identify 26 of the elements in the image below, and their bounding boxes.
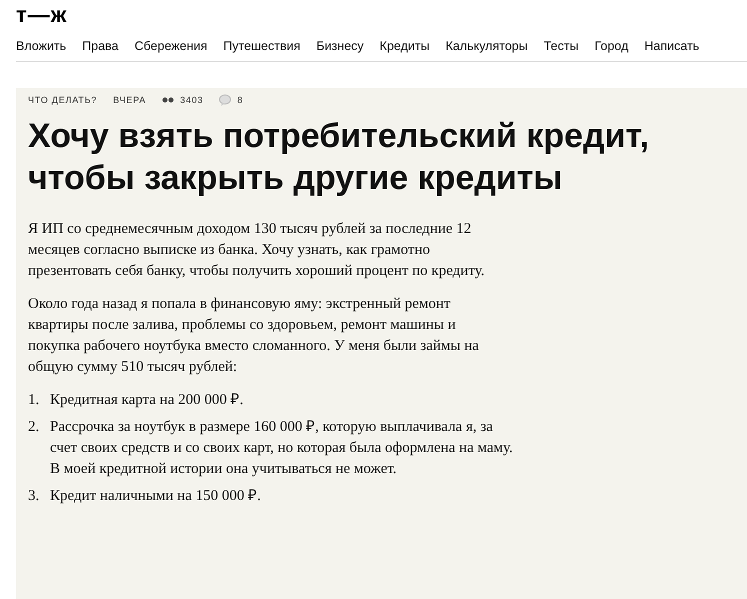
body-paragraph: Я ИП со среднемесячным доходом 130 тысяч рублей за последние 12 месяцев согласно выписке из банка. Хочу узнать, как грамотно презентовать себя банку, чтобы получить хороший процент по кредиту. <box>28 220 486 281</box>
eyes-icon <box>162 97 174 103</box>
nav-link[interactable]: Права <box>82 37 119 55</box>
comment-icon <box>219 94 232 106</box>
date-label: ВЧЕРА <box>113 95 146 105</box>
nav-link[interactable]: Сбережения <box>134 37 208 55</box>
nav-link[interactable]: Путешествия <box>223 37 300 55</box>
nav-link[interactable]: Калькуляторы <box>446 37 528 55</box>
nav-link[interactable]: Написать <box>644 37 700 55</box>
nav-link[interactable]: Тесты <box>544 37 579 55</box>
comments-count[interactable]: 8 <box>237 95 244 105</box>
views-count: 3403 <box>180 95 204 105</box>
list-number: 1. <box>28 391 40 410</box>
body-paragraph: Около года назад я попала в финансовую яму: экстренный ремонт квартиры после залива, проблемы со здоровьем, ремонт машины и покупка рабочего ноутбука вместо сломанного. У меня были займы на общую сумму 510 тысяч рублей: <box>28 295 480 377</box>
list-item-text: Кредит наличными на 150 000 ₽. <box>50 487 261 506</box>
article-title: Хочу взять потребительский кредит, чтобы закрыть другие кредиты <box>28 116 650 199</box>
list-number: 2. <box>28 418 40 437</box>
nav-link[interactable]: Кредиты <box>380 37 430 55</box>
list-item-text: Кредитная карта на 200 000 ₽. <box>50 391 244 410</box>
rubric-label: ЧТО ДЕЛАТЬ? <box>28 95 98 105</box>
list-item-text: Рассрочка за ноутбук в размере 160 000 ₽, которую выплачивала я, за счет своих средств и со своих карт, но которая была оформлена на маму. В моей кредитной истории она учитываться не может. <box>50 418 514 479</box>
nav-link[interactable]: Город <box>594 37 628 55</box>
nav-link[interactable]: Вложить <box>16 37 66 55</box>
logo[interactable]: т—ж <box>16 4 68 26</box>
nav-link[interactable]: Бизнесу <box>316 37 364 55</box>
list-number: 3. <box>28 487 40 506</box>
